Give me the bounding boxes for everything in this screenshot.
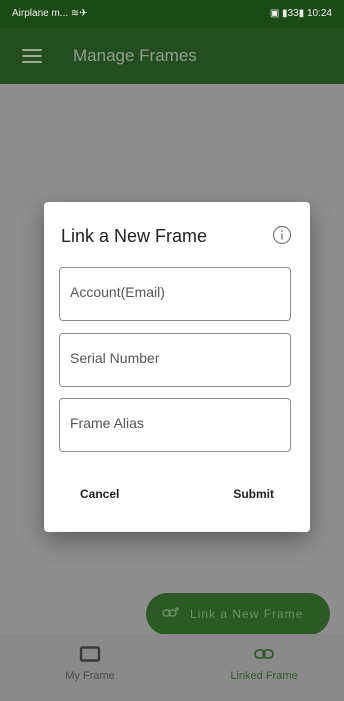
nav-item-linked-frame[interactable]: Linked Frame <box>204 646 324 682</box>
account-email-input[interactable] <box>70 284 280 300</box>
serial-number-field[interactable] <box>59 333 291 387</box>
link-add-icon <box>162 607 179 617</box>
link-icon <box>254 649 274 659</box>
dialog-title: Link a New Frame <box>61 226 208 246</box>
serial-number-input[interactable] <box>70 350 280 366</box>
frame-alias-input[interactable] <box>70 415 280 431</box>
status-bar: Airplane m... ≋✈ ▣ ▮33▮ 10:24 <box>0 0 344 28</box>
status-left: Airplane m... ≋✈ <box>12 8 88 19</box>
nav-item-my-frame[interactable]: My Frame <box>30 646 150 682</box>
frame-alias-field[interactable] <box>59 398 291 452</box>
cancel-button[interactable]: Cancel <box>80 487 119 501</box>
submit-button[interactable]: Submit <box>233 487 274 501</box>
page-title: Manage Frames <box>73 46 197 65</box>
link-frame-dialog: Link a New Frame Cancel Submit <box>44 202 310 532</box>
info-circle-icon[interactable] <box>272 225 292 245</box>
hamburger-menu-icon[interactable] <box>22 49 42 63</box>
fab-label: Link a New Frame <box>190 607 304 621</box>
status-right: ▣ ▮33▮ 10:24 <box>269 8 332 19</box>
frame-icon <box>79 646 101 662</box>
account-email-field[interactable] <box>59 267 291 321</box>
nav-label-my-frame: My Frame <box>65 670 115 682</box>
bottom-nav: My Frame Linked Frame <box>0 634 344 701</box>
link-new-frame-fab[interactable]: Link a New Frame <box>146 593 330 635</box>
nav-label-linked-frame: Linked Frame <box>230 670 298 682</box>
app-bar: Manage Frames <box>0 28 344 84</box>
